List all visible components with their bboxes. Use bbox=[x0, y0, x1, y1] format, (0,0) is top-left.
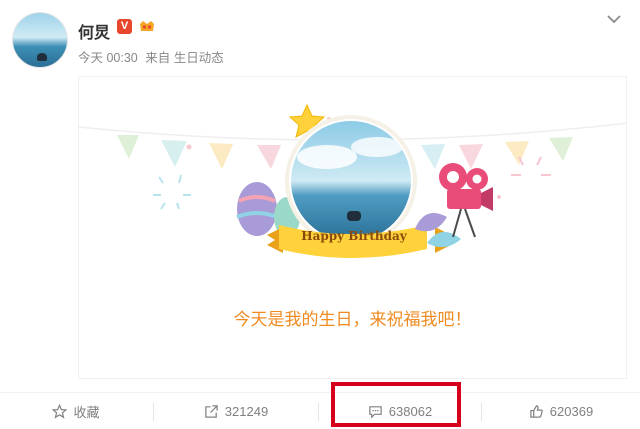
post-meta: 今天 00:30 来自 生日动态 bbox=[78, 47, 228, 66]
birthday-message: 今天是我的生日，来祝福我吧！ bbox=[233, 310, 472, 329]
birthday-illustration bbox=[79, 103, 626, 258]
comment-highlight-box bbox=[331, 382, 461, 427]
chevron-down-icon[interactable] bbox=[605, 12, 623, 26]
favorite-label: 收藏 bbox=[73, 405, 100, 420]
birthday-card[interactable]: Happy Birthday 今天是我的生日，来祝福我吧！ bbox=[78, 76, 627, 379]
post-source: 来自 生日动态 bbox=[145, 51, 224, 65]
author-name[interactable]: 何炅 bbox=[78, 19, 110, 43]
repost-icon bbox=[205, 405, 218, 418]
like-count: 620369 bbox=[549, 404, 594, 419]
thumbs-up-icon bbox=[530, 405, 543, 418]
favorite-button[interactable]: 收藏 bbox=[0, 393, 152, 429]
action-bar: 收藏 321249 638062 620369 bbox=[0, 392, 640, 429]
star-icon bbox=[52, 404, 68, 419]
repost-count: 321249 bbox=[224, 404, 269, 419]
birthday-banner-text: Happy Birthday bbox=[301, 229, 407, 243]
post-time[interactable]: 今天 00:30 bbox=[78, 51, 138, 65]
verified-badge-icon: V bbox=[117, 19, 132, 34]
author-avatar[interactable] bbox=[12, 12, 68, 68]
avatar-figure bbox=[37, 53, 47, 61]
member-crown-icon bbox=[140, 21, 154, 31]
like-button[interactable]: 620369 bbox=[482, 393, 640, 429]
repost-button[interactable]: 321249 bbox=[154, 393, 318, 429]
